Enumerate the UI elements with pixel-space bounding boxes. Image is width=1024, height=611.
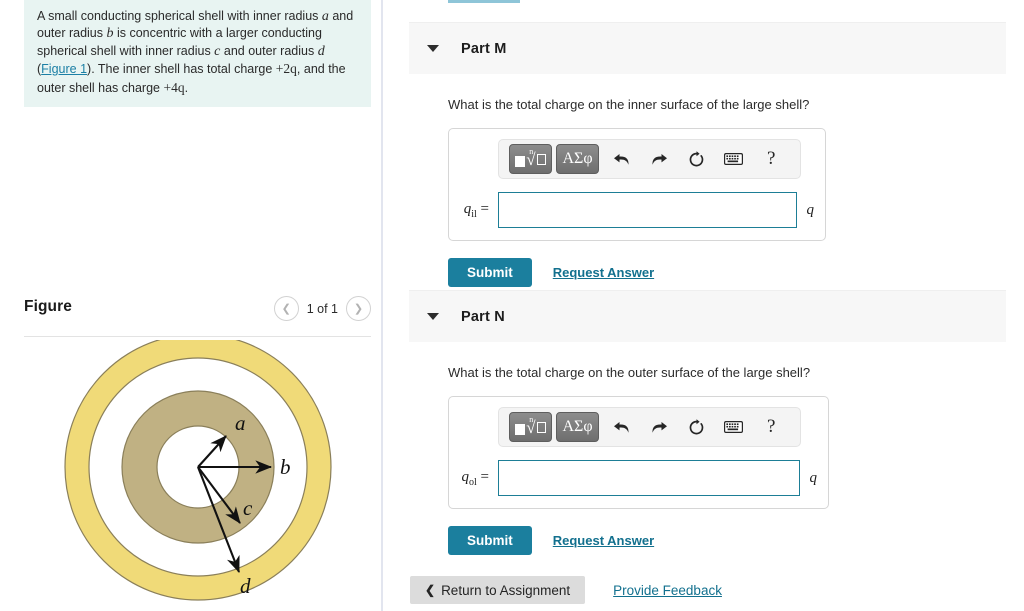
part-section-n: Part N What is the total charge on the o… <box>409 290 1006 555</box>
redo-icon[interactable] <box>640 412 677 442</box>
part-m-actions: Submit Request Answer <box>448 258 1006 287</box>
left-panel: A small conducting spherical shell with … <box>0 0 381 611</box>
figure-pager: ❮ 1 of 1 ❯ <box>273 296 371 321</box>
part-m-request-answer-link[interactable]: Request Answer <box>553 265 654 280</box>
part-n-request-answer-link[interactable]: Request Answer <box>553 533 654 548</box>
keyboard-icon[interactable] <box>715 144 752 174</box>
part-m-label-sub: il <box>471 208 477 220</box>
figure-diagram: a b c d <box>24 333 371 611</box>
part-m-answer-row: qil = q <box>460 192 814 228</box>
part-n-answer-unit: q <box>809 469 818 486</box>
figure-pager-label: 1 of 1 <box>306 301 338 316</box>
label-c: c <box>243 496 253 520</box>
page-root: A small conducting spherical shell with … <box>0 0 1024 611</box>
part-n-label-base: q <box>461 468 470 485</box>
part-m-header[interactable]: Part M <box>409 22 1006 74</box>
part-n-header[interactable]: Part N <box>409 290 1006 342</box>
chevron-left-icon: ❮ <box>425 583 436 597</box>
undo-icon[interactable] <box>603 144 640 174</box>
help-icon[interactable]: ? <box>753 144 790 174</box>
problem-text-run: . <box>184 80 189 95</box>
part-n-answer-row: qol = q <box>460 460 817 496</box>
part-m-equals: = <box>480 200 489 217</box>
caret-down-icon[interactable] <box>427 313 439 320</box>
return-to-assignment-button[interactable]: ❮ Return to Assignment <box>410 576 586 604</box>
undo-icon[interactable] <box>603 412 640 442</box>
chevron-right-icon[interactable]: ❯ <box>346 296 371 321</box>
greek-symbols-button[interactable]: ΑΣφ <box>556 412 600 442</box>
part-n-answer-label: qol = <box>460 469 498 488</box>
help-icon[interactable]: ? <box>753 412 790 442</box>
shells-diagram-svg: a b c d <box>64 333 332 601</box>
part-n-answer-input[interactable] <box>498 460 800 496</box>
figure-divider <box>24 336 371 337</box>
part-m-question: What is the total charge on the inner su… <box>448 97 810 112</box>
math-expression: +2q <box>275 61 297 77</box>
reset-icon[interactable] <box>678 412 715 442</box>
part-m-submit-button[interactable]: Submit <box>448 258 532 287</box>
math-variable: d <box>317 43 325 59</box>
greek-symbols-button[interactable]: ΑΣφ <box>556 144 600 174</box>
part-m-answer-unit: q <box>806 201 815 218</box>
footer-actions: ❮ Return to Assignment Provide Feedback <box>410 576 722 604</box>
part-n-label-sub: ol <box>469 476 477 488</box>
part-m-answer-label: qil = <box>460 201 498 220</box>
return-to-assignment-label: Return to Assignment <box>441 582 571 598</box>
part-m-answer-box: n √ ΑΣφ ? qil = q <box>448 128 826 241</box>
part-m-title: Part M <box>461 40 507 57</box>
problem-text-run: A small conducting spherical shell with … <box>37 9 322 23</box>
provide-feedback-link[interactable]: Provide Feedback <box>613 583 722 598</box>
math-expression: +4q <box>163 79 185 95</box>
problem-text-run: and outer radius <box>220 43 318 58</box>
figure-1-link[interactable]: Figure 1 <box>41 62 87 76</box>
label-d: d <box>240 574 251 598</box>
redo-icon[interactable] <box>640 144 677 174</box>
reset-icon[interactable] <box>678 144 715 174</box>
label-a: a <box>235 411 246 435</box>
figure-title: Figure <box>24 298 72 315</box>
part-n-title: Part N <box>461 308 505 325</box>
problem-text-run: ). The inner shell has total charge <box>87 62 276 77</box>
sqrt-template-button[interactable]: n √ <box>509 412 553 442</box>
part-n-math-toolbar: n √ ΑΣφ ? <box>498 407 801 447</box>
problem-statement-text: A small conducting spherical shell with … <box>37 8 361 97</box>
part-n-actions: Submit Request Answer <box>448 526 1006 555</box>
part-section-m: Part M What is the total charge on the i… <box>409 22 1006 287</box>
keyboard-icon[interactable] <box>715 412 752 442</box>
right-panel: Part M What is the total charge on the i… <box>383 0 1024 611</box>
part-m-math-toolbar: n √ ΑΣφ ? <box>498 139 801 179</box>
truncated-link-underline <box>448 0 520 3</box>
math-variable: a <box>321 9 329 24</box>
part-n-equals: = <box>480 468 489 485</box>
chevron-left-icon[interactable]: ❮ <box>273 296 299 321</box>
label-b: b <box>280 455 291 479</box>
part-n-answer-box: n √ ΑΣφ ? qol = q <box>448 396 829 509</box>
caret-down-icon[interactable] <box>427 45 439 52</box>
part-m-answer-input[interactable] <box>498 192 797 228</box>
figure-header: Figure ❮ 1 of 1 ❯ <box>24 296 371 336</box>
problem-statement-box: A small conducting spherical shell with … <box>24 0 371 108</box>
part-n-question: What is the total charge on the outer su… <box>448 365 811 380</box>
sqrt-template-button[interactable]: n √ <box>509 144 553 174</box>
part-n-submit-button[interactable]: Submit <box>448 526 532 555</box>
